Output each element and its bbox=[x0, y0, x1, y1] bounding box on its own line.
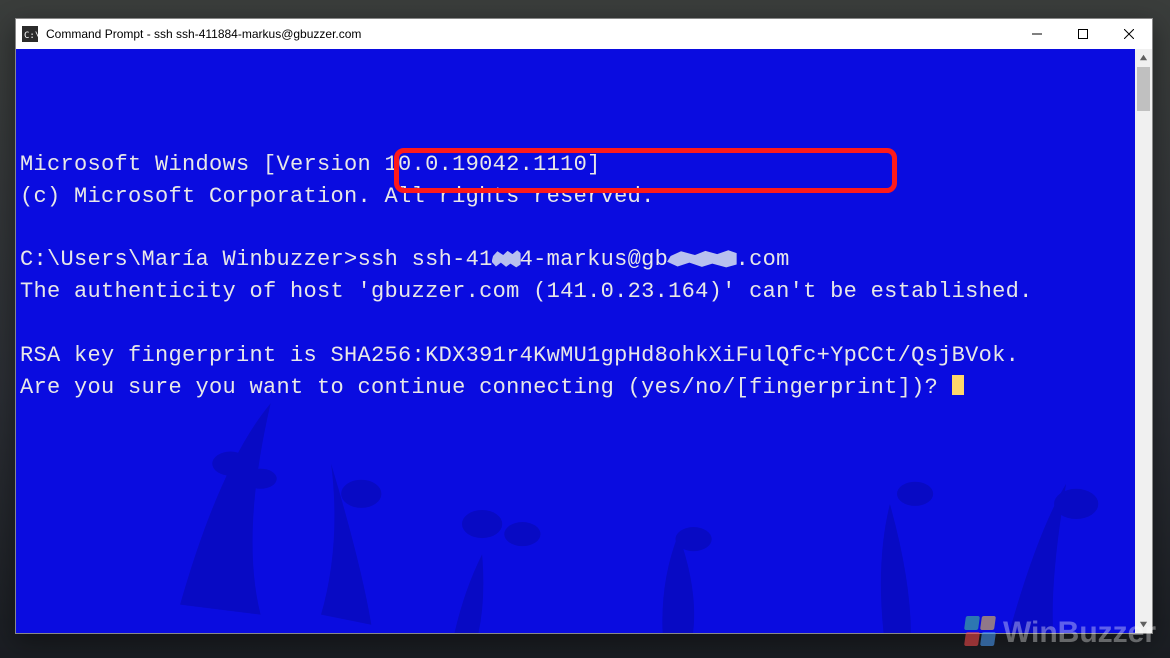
term-line: The authenticity of host 'gbuzzer.com (1… bbox=[20, 279, 1033, 304]
scroll-up-button[interactable] bbox=[1135, 49, 1152, 66]
watermark-logo-icon bbox=[963, 616, 997, 650]
prompt: C:\Users\María Winbuzzer> bbox=[20, 247, 358, 272]
terminal[interactable]: Microsoft Windows [Version 10.0.19042.11… bbox=[16, 49, 1135, 633]
window-controls bbox=[1014, 19, 1152, 49]
redaction: 18 bbox=[493, 247, 520, 272]
annotation-highlight bbox=[394, 148, 897, 193]
window-title: Command Prompt - ssh ssh-411884-markus@g… bbox=[46, 27, 1014, 41]
minimize-button[interactable] bbox=[1014, 19, 1060, 49]
terminal-area: Microsoft Windows [Version 10.0.19042.11… bbox=[16, 49, 1152, 633]
scrollbar[interactable] bbox=[1135, 49, 1152, 633]
titlebar[interactable]: C:\ Command Prompt - ssh ssh-411884-mark… bbox=[16, 19, 1152, 49]
svg-text:C:\: C:\ bbox=[24, 31, 38, 41]
cmd-icon: C:\ bbox=[22, 26, 38, 42]
close-button[interactable] bbox=[1106, 19, 1152, 49]
watermark-text: WinBuzzer bbox=[1003, 616, 1156, 650]
ssh-command: .com bbox=[736, 247, 790, 272]
term-line: RSA key fingerprint is SHA256:KDX391r4Kw… bbox=[20, 343, 1019, 368]
cmd-window: C:\ Command Prompt - ssh ssh-411884-mark… bbox=[15, 18, 1153, 634]
term-line: Are you sure you want to continue connec… bbox=[20, 375, 952, 400]
watermark: WinBuzzer bbox=[963, 616, 1156, 650]
ssh-command: 4-markus@gb bbox=[520, 247, 669, 272]
maximize-button[interactable] bbox=[1060, 19, 1106, 49]
cursor bbox=[952, 375, 964, 395]
ssh-command: ssh ssh-41 bbox=[358, 247, 493, 272]
redaction: uzzer bbox=[668, 247, 736, 272]
scroll-thumb[interactable] bbox=[1137, 67, 1150, 111]
